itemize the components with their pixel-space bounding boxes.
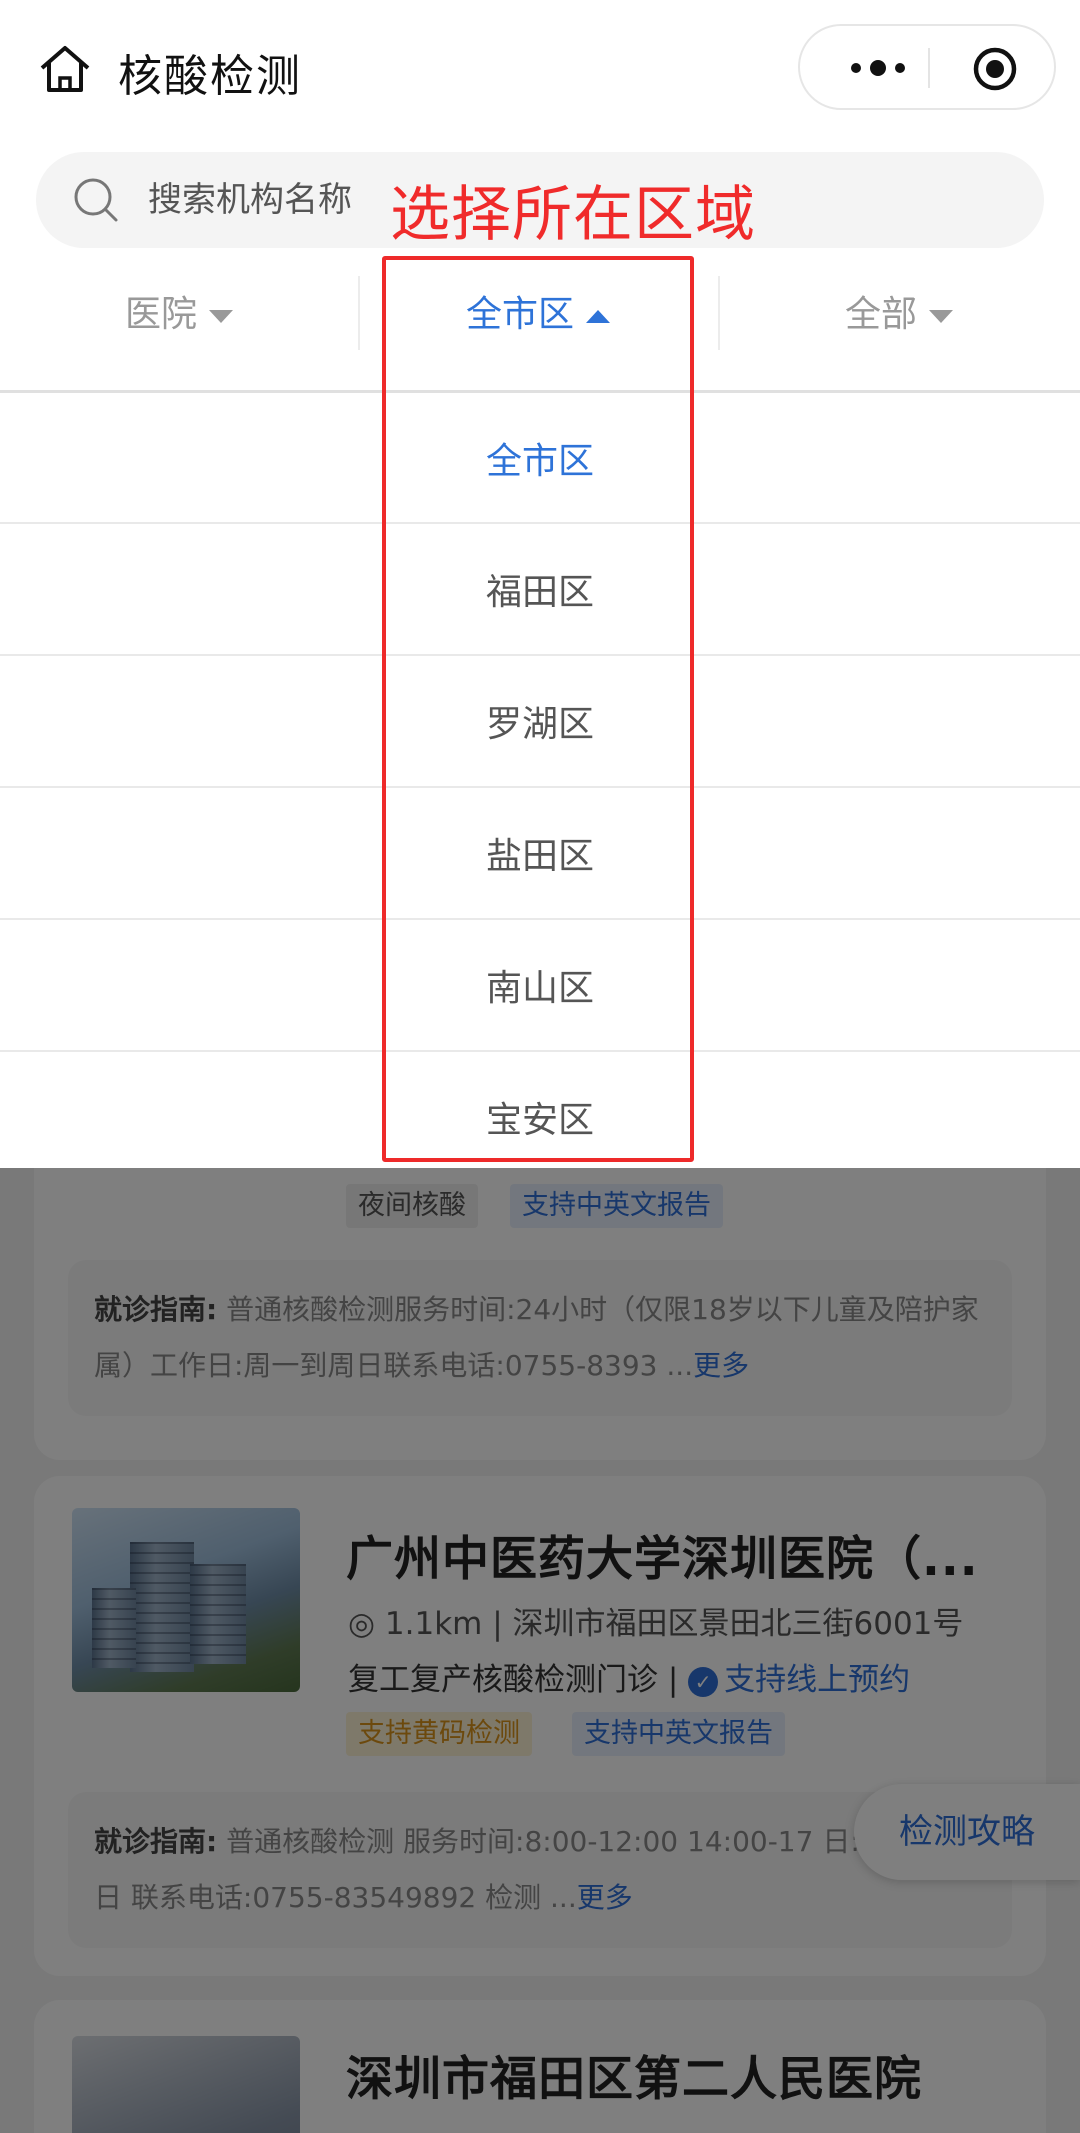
mini-program-capsule (798, 24, 1056, 110)
district-dropdown: 全市区 福田区 罗湖区 盐田区 南山区 宝安区 (0, 390, 1080, 1182)
annotation-label: 选择所在区域 (390, 180, 756, 250)
filter-all[interactable]: 全部 (718, 260, 1080, 370)
home-icon[interactable] (38, 44, 92, 94)
filter-divider (718, 276, 720, 350)
filter-district[interactable]: 全市区 (358, 260, 718, 370)
nav-bar: 核酸检测 (0, 0, 1080, 140)
filter-tabs: 医院 全市区 全部 (0, 260, 1080, 370)
district-option[interactable]: 全市区 (0, 390, 1080, 522)
more-dots-icon[interactable] (834, 26, 922, 110)
caret-down-icon (209, 309, 233, 323)
district-option[interactable]: 盐田区 (0, 786, 1080, 918)
district-option[interactable]: 宝安区 (0, 1050, 1080, 1182)
caret-down-icon (929, 309, 953, 323)
target-icon[interactable] (972, 46, 1018, 92)
search-input[interactable] (148, 170, 428, 230)
district-option[interactable]: 福田区 (0, 522, 1080, 654)
district-option[interactable]: 罗湖区 (0, 654, 1080, 786)
filter-divider (358, 276, 360, 350)
page-title: 核酸检测 (118, 51, 302, 102)
filter-type[interactable]: 医院 (0, 260, 358, 370)
district-option[interactable]: 南山区 (0, 918, 1080, 1050)
capsule-divider (928, 48, 930, 88)
caret-up-icon (586, 309, 610, 323)
filter-sheet: 核酸检测 选择所在区域 医院 全市区 全部 (0, 0, 1080, 1168)
search-icon (74, 178, 118, 222)
